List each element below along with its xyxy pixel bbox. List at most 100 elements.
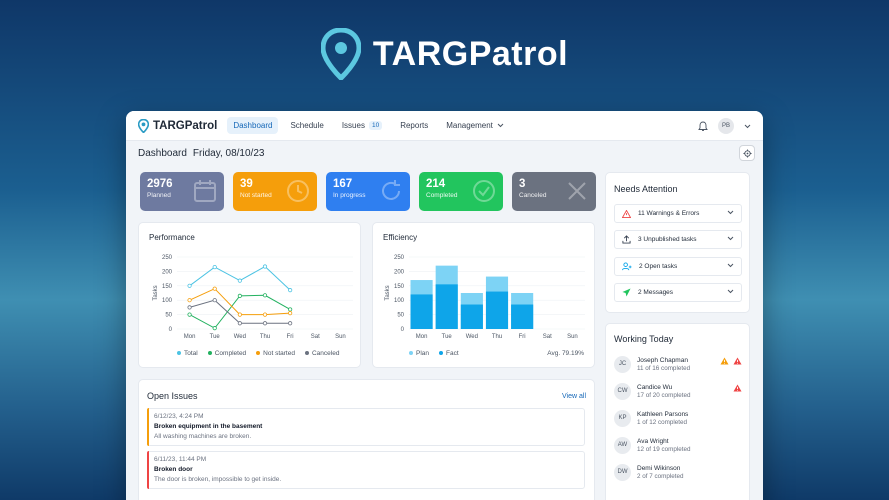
y-tick-label: 200 (162, 269, 173, 275)
nav-item-reports[interactable]: Reports (394, 117, 434, 134)
attention-item-open-tasks[interactable]: 2 Open tasks (614, 257, 742, 276)
check-circle-icon (473, 180, 495, 202)
nav-logo-text: TARGPatrol (153, 119, 218, 132)
legend-label: Completed (214, 350, 247, 357)
person-name: Candice Wu (637, 383, 673, 391)
x-tick-label: Wed (466, 334, 478, 340)
person-row[interactable]: DW Demi Wikinson 2 of 7 completed (614, 461, 742, 483)
nav-item-label: Schedule (290, 121, 324, 130)
location-pin-logo-icon (320, 28, 361, 80)
person-progress: 1 of 12 completed (637, 418, 688, 426)
nav-item-label: Issues (341, 121, 365, 130)
person-progress: 17 of 20 completed (637, 391, 691, 399)
legend-canceled: Canceled (304, 350, 339, 357)
warning-icon (622, 209, 631, 218)
legend-label: Fact (446, 350, 459, 357)
user-add-icon (622, 262, 632, 271)
data-point (187, 305, 192, 310)
person-flags (733, 384, 742, 392)
working-today-card: Working Today JC Joseph Chapman 11 of 16 … (605, 323, 750, 500)
y-axis-label: Tasks (153, 285, 159, 300)
legend-not-started: Not started (256, 350, 295, 357)
person-row[interactable]: AW Ava Wright 12 of 19 completed (614, 434, 742, 456)
attention-item-unpublished[interactable]: 3 Unpublished tasks (614, 230, 742, 249)
efficiency-chart: 0 50 100 150 200 250 Tasks Mon Tue Wed Thu Fri Sat Su… (385, 255, 585, 340)
nav-item-dashboard[interactable]: Dashboard (227, 117, 279, 134)
issue-item[interactable]: 6/12/23, 4:24 PM Broken equipment in the… (147, 408, 585, 446)
stat-card-in-progress[interactable]: 167 In progress (326, 172, 410, 211)
person-avatar: AW (614, 436, 631, 454)
stat-card-completed[interactable]: 214 Completed (419, 172, 503, 211)
needs-attention-card: Needs Attention 11 Warnings & Errors 3 U… (605, 172, 750, 313)
view-all-link[interactable]: View all (562, 393, 586, 400)
issues-count-badge: 10 (368, 121, 383, 130)
nav-item-label: Reports (400, 121, 429, 130)
chevron-down-icon (727, 289, 734, 294)
error-icon (733, 384, 742, 392)
issue-description: All washing machines are broken. (154, 433, 252, 440)
person-name: Kathleen Parsons (637, 410, 689, 418)
calendar-icon (194, 180, 216, 202)
nav-item-label: Dashboard (233, 121, 273, 130)
data-point (212, 286, 217, 291)
person-avatar: DW (614, 463, 631, 481)
stat-card-planned[interactable]: 2976 Planned (140, 172, 224, 211)
bar-fact (460, 304, 483, 329)
nav-logo[interactable]: TARGPatrol (138, 118, 218, 133)
data-point (288, 288, 293, 293)
refresh-icon (382, 180, 400, 200)
person-avatar: KP (614, 409, 631, 427)
attention-label: 3 Unpublished tasks (638, 236, 697, 243)
working-today-title: Working Today (614, 334, 674, 344)
x-tick-label: Fri (519, 334, 526, 340)
issue-title: Broken equipment in the basement (154, 423, 263, 430)
nav-item-management[interactable]: Management (440, 117, 510, 134)
person-row[interactable]: JC Joseph Chapman 11 of 16 completed (614, 353, 742, 375)
legend-plan: Plan (409, 350, 429, 357)
y-axis-label: Tasks (385, 285, 391, 300)
person-name: Demi Wikinson (637, 464, 681, 472)
bar-fact (410, 294, 433, 329)
top-navigation: TARGPatrol Dashboard Schedule Issues 10 R… (126, 111, 763, 141)
nav-right: PB (698, 111, 751, 141)
series-line (189, 299, 291, 324)
user-avatar[interactable]: PB (718, 118, 734, 134)
person-progress: 2 of 7 completed (637, 472, 684, 480)
chevron-down-icon (727, 236, 734, 241)
page-title: Dashboard (138, 148, 187, 159)
nav-item-label: Management (446, 121, 493, 130)
stat-card-canceled[interactable]: 3 Canceled (512, 172, 596, 211)
attention-item-messages[interactable]: 2 Messages (614, 283, 742, 302)
nav-item-issues[interactable]: Issues 10 (336, 117, 388, 134)
app-window: TARGPatrol Dashboard Schedule Issues 10 R… (126, 111, 763, 500)
performance-card: Performance 0 50 100 150 200 250 Tasks Mon Tue We… (138, 222, 361, 368)
y-tick-label: 150 (162, 284, 173, 290)
bar-fact (435, 284, 458, 329)
person-row[interactable]: KP Kathleen Parsons 1 of 12 completed (614, 407, 742, 429)
issue-description: The door is broken, impossible to get in… (154, 476, 282, 483)
person-row[interactable]: CW Candice Wu 17 of 20 completed (614, 380, 742, 402)
efficiency-legend: Plan Fact (409, 350, 459, 357)
x-tick-label: Sun (335, 334, 346, 340)
user-menu-chevron-icon[interactable] (744, 124, 751, 129)
issue-item[interactable]: 6/11/23, 11:44 PM Broken door The door i… (147, 451, 585, 489)
nav-item-schedule[interactable]: Schedule (284, 117, 329, 134)
attention-label: 11 Warnings & Errors (638, 210, 700, 217)
attention-item-warnings[interactable]: 11 Warnings & Errors (614, 204, 742, 223)
send-icon (622, 288, 631, 297)
legend-label: Plan (416, 350, 430, 357)
upload-icon (622, 235, 631, 244)
data-point (262, 264, 268, 269)
open-issues-card: Open Issues View all 6/12/23, 4:24 PM Br… (138, 379, 595, 500)
y-tick-label: 250 (162, 255, 173, 261)
stat-card-not-started[interactable]: 39 Not started (233, 172, 317, 211)
legend-label: Not started (263, 350, 295, 357)
settings-button[interactable] (739, 145, 755, 161)
data-point (212, 326, 217, 331)
person-progress: 12 of 19 completed (637, 445, 691, 453)
data-point (237, 312, 242, 317)
bell-icon[interactable] (698, 121, 708, 132)
data-point (262, 321, 268, 326)
x-icon (568, 182, 586, 200)
person-avatar: CW (614, 382, 631, 400)
